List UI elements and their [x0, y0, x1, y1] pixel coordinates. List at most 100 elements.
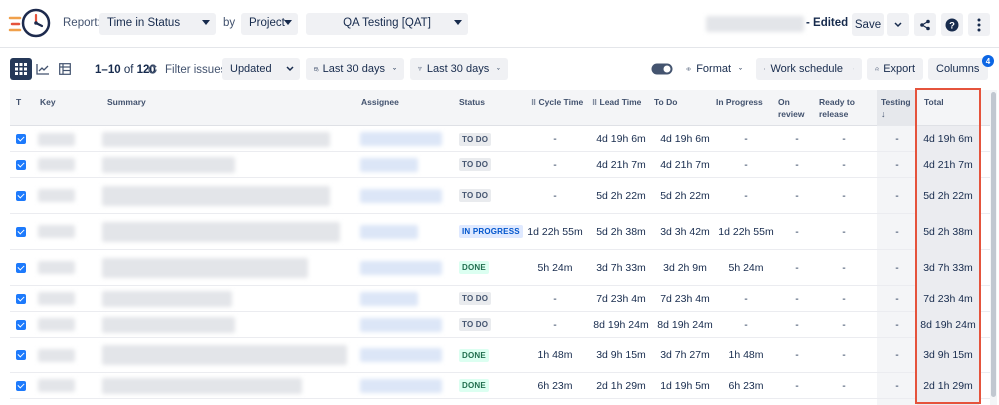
col-header-key[interactable]: Key	[40, 90, 56, 126]
issue-type-checkbox[interactable]	[16, 312, 26, 337]
status-badge: TO DO	[459, 152, 492, 177]
date-range-select-1[interactable]: Last 30 days	[306, 58, 404, 80]
time-testing-cell: -	[895, 318, 899, 331]
project-value: QA Testing [QAT]	[343, 17, 431, 29]
status-badge: DONE	[459, 338, 489, 372]
group-by-select[interactable]: Project	[241, 13, 298, 35]
time-testing-cell: -	[895, 379, 899, 392]
col-header-testing[interactable]: Testing ↓	[877, 90, 917, 126]
time-lead-cell: 8d 19h 24m	[593, 318, 649, 331]
checkbox-checked-icon	[16, 380, 26, 391]
table-row[interactable]: TO DO -7d 23h 4m 7d 23h 4m - - - -7d 23h 4m	[10, 286, 990, 312]
col-header-type[interactable]: T	[16, 90, 21, 126]
table-row[interactable]: DONE 5h 24m 3d 7h 33m 3d 2h 9m 5h 24m - - -3d 7…	[10, 250, 990, 286]
col-header-on-review[interactable]: On review	[778, 90, 804, 126]
table-row[interactable]: DONE 6h 23m 2d 1h 29m 1d 19h 5m 6h 23m - - -2d …	[10, 373, 990, 399]
time-cycle-cell: 6h 23m	[537, 379, 573, 392]
save-options-button[interactable]	[887, 13, 909, 36]
chevron-down-icon	[894, 21, 902, 27]
col-header-status[interactable]: Status	[459, 90, 485, 126]
filter-field-select[interactable]: Updated	[222, 58, 300, 80]
issue-type-checkbox[interactable]	[16, 373, 26, 398]
issue-key-redacted	[38, 127, 75, 151]
time-todo-cell: 5d 2h 22m	[660, 189, 710, 202]
table-row[interactable]: IN PROGRESS 1d 22h 55m 5d 2h 38m 3d 3h 42m 1…	[10, 214, 990, 250]
export-button[interactable]: Export	[867, 58, 923, 80]
of-label: of	[123, 64, 134, 76]
issue-summary-redacted	[102, 127, 330, 151]
save-button[interactable]: Save	[852, 13, 884, 36]
toggle-switch[interactable]	[651, 63, 673, 75]
issue-summary-redacted	[102, 312, 235, 337]
time-todo-cell: 3d 7h 27m	[660, 349, 710, 361]
chevron-down-icon	[284, 20, 292, 25]
eye-icon	[686, 67, 692, 71]
col-header-to-do[interactable]: To Do	[654, 90, 677, 126]
project-select[interactable]: QA Testing [QAT]	[306, 13, 468, 35]
scrollbar-thumb[interactable]	[991, 92, 996, 397]
issue-key-redacted	[38, 373, 75, 398]
issue-type-checkbox[interactable]	[16, 286, 26, 311]
columns-button[interactable]: Columns	[928, 58, 988, 80]
drag-handle-icon: ⠿	[531, 100, 537, 107]
col-header-ready-to-release[interactable]: Ready to release	[819, 90, 855, 126]
help-button[interactable]: ?	[941, 13, 963, 36]
time-ready-cell: -	[842, 318, 846, 331]
issue-key-redacted	[38, 152, 75, 177]
work-schedule-button[interactable]: Work schedule	[756, 58, 862, 80]
time-review-cell: -	[795, 379, 799, 392]
time-lead-cell: 4d 21h 7m	[596, 158, 646, 171]
time-todo-cell: 7d 23h 4m	[660, 292, 710, 305]
share-button[interactable]	[914, 13, 936, 36]
total-column-highlight	[915, 88, 981, 404]
col-header-lead-time-label: Lead Time	[599, 97, 642, 107]
grid-view-button[interactable]	[10, 58, 32, 80]
table-row[interactable]: TO DO -5d 2h 22m 5d 2h 22m - - - -5d 2h 22m	[10, 178, 990, 214]
col-header-testing-label: Testing	[881, 97, 911, 107]
table-row[interactable]: DONE 1h 48m 3d 9h 15m 3d 7h 27m 1h 48m - - -3d …	[10, 338, 990, 373]
sort-down-arrow-icon: ↓	[881, 109, 886, 119]
time-inprog-cell: -	[744, 158, 748, 171]
col-header-assignee[interactable]: Assignee	[361, 90, 399, 126]
time-lead-cell: 7d 23h 4m	[596, 292, 646, 305]
issue-type-checkbox[interactable]	[16, 338, 26, 372]
assignee-redacted	[360, 373, 442, 398]
time-lead-cell: 2d 1h 29m	[596, 379, 646, 392]
col-header-cycle-time[interactable]: ⠿ Cycle Time	[531, 90, 583, 126]
issue-key-redacted	[38, 286, 75, 311]
issue-type-checkbox[interactable]	[16, 127, 26, 151]
col-header-ready-line1: Ready to	[819, 97, 855, 107]
status-badge: DONE	[459, 373, 489, 398]
time-todo-cell: 3d 2h 9m	[663, 261, 707, 274]
edited-label: - Edited	[806, 17, 849, 29]
col-header-summary[interactable]: Summary	[107, 90, 146, 126]
report-type-select[interactable]: Time in Status	[99, 13, 216, 35]
assignee-redacted	[360, 312, 442, 337]
export-label: Export	[883, 63, 915, 75]
report-name-redacted	[706, 16, 804, 32]
time-lead-cell: 3d 9h 15m	[596, 349, 646, 361]
table-row[interactable]: TO DO -4d 21h 7m 4d 21h 7m - - - -4d 21h 7m	[10, 152, 990, 178]
grid-icon	[15, 63, 27, 75]
date-range-select-2[interactable]: Last 30 days	[410, 58, 508, 80]
filter-field-value: Updated	[230, 63, 272, 75]
col-header-in-progress[interactable]: In Progress	[716, 90, 763, 126]
status-badge: TO DO	[459, 178, 492, 213]
table-row[interactable]: TO DO -4d 19h 6m 4d 19h 6m - - - -4d 19h 6m	[10, 127, 990, 152]
more-options-button[interactable]	[968, 13, 990, 36]
table-row[interactable]: TO DO -8d 19h 24m 8d 19h 24m - - - -8d 19h 24m	[10, 312, 990, 338]
refresh-icon[interactable]	[147, 64, 158, 75]
col-header-lead-time[interactable]: ⠿ Lead Time	[592, 90, 641, 126]
time-ready-cell: -	[842, 261, 846, 274]
issue-summary-redacted	[102, 286, 232, 311]
pivot-view-button[interactable]	[54, 58, 76, 80]
issue-type-checkbox[interactable]	[16, 250, 26, 285]
issue-key-redacted	[38, 312, 75, 337]
drag-handle-icon: ⠿	[592, 100, 598, 107]
issue-type-checkbox[interactable]	[16, 152, 26, 177]
chart-view-button[interactable]	[32, 58, 54, 80]
issue-type-checkbox[interactable]	[16, 214, 26, 249]
issue-type-checkbox[interactable]	[16, 178, 26, 213]
format-button[interactable]: Format	[678, 58, 750, 80]
issue-summary-redacted	[102, 373, 302, 398]
